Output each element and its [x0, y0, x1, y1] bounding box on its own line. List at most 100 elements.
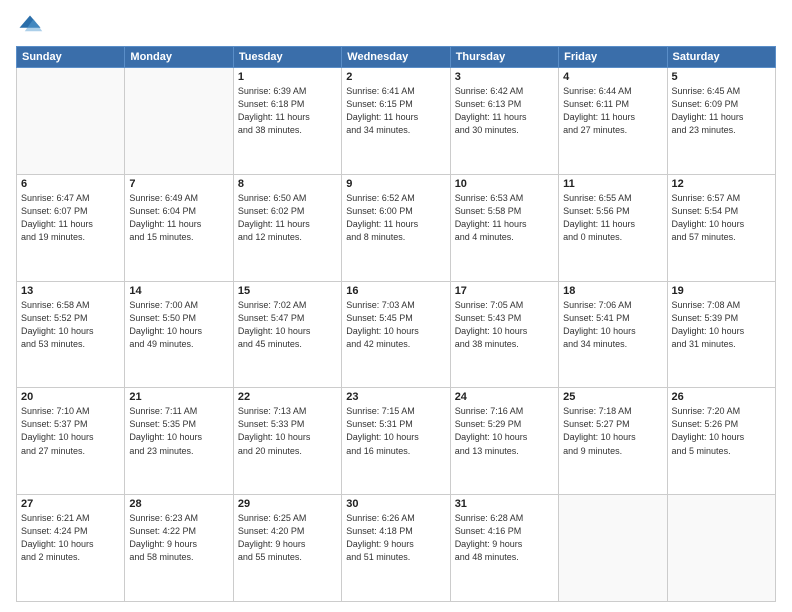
calendar-table: SundayMondayTuesdayWednesdayThursdayFrid…	[16, 46, 776, 602]
day-info: Sunrise: 7:08 AM Sunset: 5:39 PM Dayligh…	[672, 299, 771, 351]
calendar-cell	[17, 68, 125, 175]
calendar-cell: 30 Sunrise: 6:26 AM Sunset: 4:18 PM Dayli…	[342, 495, 450, 602]
day-number: 26	[672, 391, 771, 403]
day-info: Sunrise: 6:21 AM Sunset: 4:24 PM Dayligh…	[21, 512, 120, 564]
day-info: Sunrise: 6:55 AM Sunset: 5:56 PM Dayligh…	[563, 192, 662, 244]
day-info: Sunrise: 7:00 AM Sunset: 5:50 PM Dayligh…	[129, 299, 228, 351]
weekday-header-row: SundayMondayTuesdayWednesdayThursdayFrid…	[17, 47, 776, 68]
calendar-cell: 19 Sunrise: 7:08 AM Sunset: 5:39 PM Dayli…	[667, 281, 775, 388]
weekday-header: Friday	[559, 47, 667, 68]
day-info: Sunrise: 6:25 AM Sunset: 4:20 PM Dayligh…	[238, 512, 337, 564]
day-number: 5	[672, 71, 771, 83]
day-number: 14	[129, 285, 228, 297]
calendar-week-row: 20 Sunrise: 7:10 AM Sunset: 5:37 PM Dayli…	[17, 388, 776, 495]
calendar-cell: 8 Sunrise: 6:50 AM Sunset: 6:02 PM Daylig…	[233, 174, 341, 281]
day-info: Sunrise: 7:06 AM Sunset: 5:41 PM Dayligh…	[563, 299, 662, 351]
day-info: Sunrise: 6:53 AM Sunset: 5:58 PM Dayligh…	[455, 192, 554, 244]
calendar-cell: 18 Sunrise: 7:06 AM Sunset: 5:41 PM Dayli…	[559, 281, 667, 388]
day-info: Sunrise: 7:15 AM Sunset: 5:31 PM Dayligh…	[346, 405, 445, 457]
weekday-header: Wednesday	[342, 47, 450, 68]
day-info: Sunrise: 6:49 AM Sunset: 6:04 PM Dayligh…	[129, 192, 228, 244]
calendar-cell: 24Sunrise: 7:16 AM Sunset: 5:29 PM Dayli…	[450, 388, 558, 495]
calendar-cell: 25Sunrise: 7:18 AM Sunset: 5:27 PM Dayli…	[559, 388, 667, 495]
day-number: 3	[455, 71, 554, 83]
weekday-header: Tuesday	[233, 47, 341, 68]
day-number: 10	[455, 178, 554, 190]
day-info: Sunrise: 6:39 AM Sunset: 6:18 PM Dayligh…	[238, 85, 337, 137]
day-number: 12	[672, 178, 771, 190]
day-info: Sunrise: 6:42 AM Sunset: 6:13 PM Dayligh…	[455, 85, 554, 137]
calendar-week-row: 1 Sunrise: 6:39 AM Sunset: 6:18 PM Daylig…	[17, 68, 776, 175]
calendar-cell: 27 Sunrise: 6:21 AM Sunset: 4:24 PM Dayli…	[17, 495, 125, 602]
weekday-header: Thursday	[450, 47, 558, 68]
day-number: 28	[129, 498, 228, 510]
calendar-cell: 4 Sunrise: 6:44 AM Sunset: 6:11 PM Daylig…	[559, 68, 667, 175]
calendar-cell	[559, 495, 667, 602]
day-number: 27	[21, 498, 120, 510]
day-number: 2	[346, 71, 445, 83]
header	[16, 12, 776, 40]
day-number: 20	[21, 391, 120, 403]
calendar-cell: 21 Sunrise: 7:11 AM Sunset: 5:35 PM Dayli…	[125, 388, 233, 495]
calendar-cell: 31 Sunrise: 6:28 AM Sunset: 4:16 PM Dayli…	[450, 495, 558, 602]
day-number: 13	[21, 285, 120, 297]
day-info: Sunrise: 7:02 AM Sunset: 5:47 PM Dayligh…	[238, 299, 337, 351]
day-info: Sunrise: 7:11 AM Sunset: 5:35 PM Dayligh…	[129, 405, 228, 457]
calendar-cell: 17 Sunrise: 7:05 AM Sunset: 5:43 PM Dayli…	[450, 281, 558, 388]
day-info: Sunrise: 7:05 AM Sunset: 5:43 PM Dayligh…	[455, 299, 554, 351]
calendar-cell: 15 Sunrise: 7:02 AM Sunset: 5:47 PM Dayli…	[233, 281, 341, 388]
day-number: 18	[563, 285, 662, 297]
calendar-cell: 26 Sunrise: 7:20 AM Sunset: 5:26 PM Dayli…	[667, 388, 775, 495]
day-number: 19	[672, 285, 771, 297]
calendar-cell: 23Sunrise: 7:15 AM Sunset: 5:31 PM Dayli…	[342, 388, 450, 495]
day-number: 31	[455, 498, 554, 510]
day-info: Sunrise: 7:13 AM Sunset: 5:33 PM Dayligh…	[238, 405, 337, 457]
day-info: Sunrise: 6:50 AM Sunset: 6:02 PM Dayligh…	[238, 192, 337, 244]
day-number: 16	[346, 285, 445, 297]
calendar-cell	[125, 68, 233, 175]
day-number: 25	[563, 391, 662, 403]
day-info: Sunrise: 6:58 AM Sunset: 5:52 PM Dayligh…	[21, 299, 120, 351]
calendar-cell: 12 Sunrise: 6:57 AM Sunset: 5:54 PM Dayli…	[667, 174, 775, 281]
day-number: 15	[238, 285, 337, 297]
day-number: 4	[563, 71, 662, 83]
calendar-cell: 1 Sunrise: 6:39 AM Sunset: 6:18 PM Daylig…	[233, 68, 341, 175]
calendar-week-row: 13 Sunrise: 6:58 AM Sunset: 5:52 PM Dayli…	[17, 281, 776, 388]
calendar-cell: 10 Sunrise: 6:53 AM Sunset: 5:58 PM Dayli…	[450, 174, 558, 281]
calendar-cell: 14 Sunrise: 7:00 AM Sunset: 5:50 PM Dayli…	[125, 281, 233, 388]
logo	[16, 12, 48, 40]
day-number: 24	[455, 391, 554, 403]
day-info: Sunrise: 6:57 AM Sunset: 5:54 PM Dayligh…	[672, 192, 771, 244]
calendar-cell: 16 Sunrise: 7:03 AM Sunset: 5:45 PM Dayli…	[342, 281, 450, 388]
day-number: 9	[346, 178, 445, 190]
calendar-cell: 22 Sunrise: 7:13 AM Sunset: 5:33 PM Dayli…	[233, 388, 341, 495]
calendar-cell: 20 Sunrise: 7:10 AM Sunset: 5:37 PM Dayli…	[17, 388, 125, 495]
day-info: Sunrise: 6:41 AM Sunset: 6:15 PM Dayligh…	[346, 85, 445, 137]
day-info: Sunrise: 7:20 AM Sunset: 5:26 PM Dayligh…	[672, 405, 771, 457]
day-number: 11	[563, 178, 662, 190]
day-info: Sunrise: 6:44 AM Sunset: 6:11 PM Dayligh…	[563, 85, 662, 137]
day-number: 30	[346, 498, 445, 510]
calendar-cell: 6Sunrise: 6:47 AM Sunset: 6:07 PM Daylig…	[17, 174, 125, 281]
calendar-page: SundayMondayTuesdayWednesdayThursdayFrid…	[0, 0, 792, 612]
day-number: 8	[238, 178, 337, 190]
day-number: 1	[238, 71, 337, 83]
calendar-cell	[667, 495, 775, 602]
day-info: Sunrise: 6:26 AM Sunset: 4:18 PM Dayligh…	[346, 512, 445, 564]
weekday-header: Saturday	[667, 47, 775, 68]
day-number: 17	[455, 285, 554, 297]
day-number: 7	[129, 178, 228, 190]
day-info: Sunrise: 6:28 AM Sunset: 4:16 PM Dayligh…	[455, 512, 554, 564]
day-number: 29	[238, 498, 337, 510]
calendar-cell: 28 Sunrise: 6:23 AM Sunset: 4:22 PM Dayli…	[125, 495, 233, 602]
calendar-cell: 13 Sunrise: 6:58 AM Sunset: 5:52 PM Dayli…	[17, 281, 125, 388]
day-number: 21	[129, 391, 228, 403]
day-info: Sunrise: 7:10 AM Sunset: 5:37 PM Dayligh…	[21, 405, 120, 457]
day-info: Sunrise: 7:03 AM Sunset: 5:45 PM Dayligh…	[346, 299, 445, 351]
logo-icon	[16, 12, 44, 40]
day-info: Sunrise: 6:23 AM Sunset: 4:22 PM Dayligh…	[129, 512, 228, 564]
day-number: 22	[238, 391, 337, 403]
day-info: Sunrise: 6:52 AM Sunset: 6:00 PM Dayligh…	[346, 192, 445, 244]
weekday-header: Monday	[125, 47, 233, 68]
calendar-cell: 29 Sunrise: 6:25 AM Sunset: 4:20 PM Dayli…	[233, 495, 341, 602]
